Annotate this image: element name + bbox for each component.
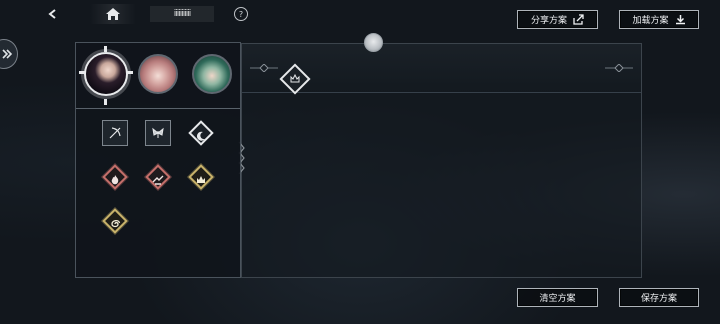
ornament-right-icon: [605, 64, 633, 72]
loadout-screen: iiiiiiiiiii ? 分享方案 加载方案 清空方案 保存方案: [0, 0, 720, 324]
skill-bow-icon: [109, 127, 121, 139]
timeline-track: [242, 44, 641, 95]
timeline-cursor-handle[interactable]: [364, 33, 383, 52]
double-chevron-right-icon: [2, 49, 13, 59]
skill-moon[interactable]: [188, 120, 214, 146]
skill-slash[interactable]: [145, 164, 171, 190]
character-avatar-3[interactable]: [192, 54, 232, 94]
skill-spiral-icon: [111, 220, 121, 228]
skill-spiral[interactable]: [102, 208, 128, 234]
skill-crown-diamond-icon: [290, 73, 300, 83]
share-plan-label: 分享方案: [530, 16, 567, 26]
share-icon: [573, 14, 584, 25]
skill-bow[interactable]: [102, 120, 128, 146]
home-icon: [106, 8, 120, 20]
back-button[interactable]: [40, 4, 66, 24]
skill-wing-icon: [152, 127, 164, 138]
load-plan-button[interactable]: 加载方案: [619, 10, 699, 29]
character-avatar-2[interactable]: [138, 54, 178, 94]
download-icon: [675, 15, 685, 25]
skill-flame-icon: [111, 175, 119, 185]
top-bar: iiiiiiiiiii ?: [40, 4, 248, 24]
home-button[interactable]: [90, 4, 136, 24]
plan-timeline-panel[interactable]: [241, 43, 642, 278]
avatar-selected-mark: [127, 71, 133, 74]
ornament-left-icon: [250, 64, 278, 72]
skill-flame[interactable]: [102, 164, 128, 190]
share-plan-button[interactable]: 分享方案: [517, 10, 598, 29]
skill-wing[interactable]: [145, 120, 171, 146]
skill-crown-icon: [197, 176, 205, 183]
character-avatar-row: [76, 43, 240, 109]
expand-side-button[interactable]: [0, 39, 18, 69]
clear-plan-button[interactable]: 清空方案: [517, 288, 598, 307]
help-button[interactable]: ?: [234, 7, 248, 21]
skill-crown[interactable]: [188, 164, 214, 190]
page-title: iiiiiiiiiii: [150, 6, 214, 22]
avatar-selected-mark: [104, 46, 107, 52]
avatar-selected-mark: [79, 71, 85, 74]
avatar-selected-mark: [104, 99, 107, 105]
skill-slash-icon: [152, 175, 164, 185]
save-plan-button[interactable]: 保存方案: [619, 288, 699, 307]
back-arrow-icon: [48, 9, 56, 19]
load-plan-label: 加载方案: [632, 16, 669, 26]
character-avatar-1[interactable]: [84, 52, 128, 96]
character-skill-panel: [75, 42, 241, 278]
placed-skill-slot[interactable]: [279, 63, 311, 95]
skill-moon-icon: [196, 131, 205, 141]
